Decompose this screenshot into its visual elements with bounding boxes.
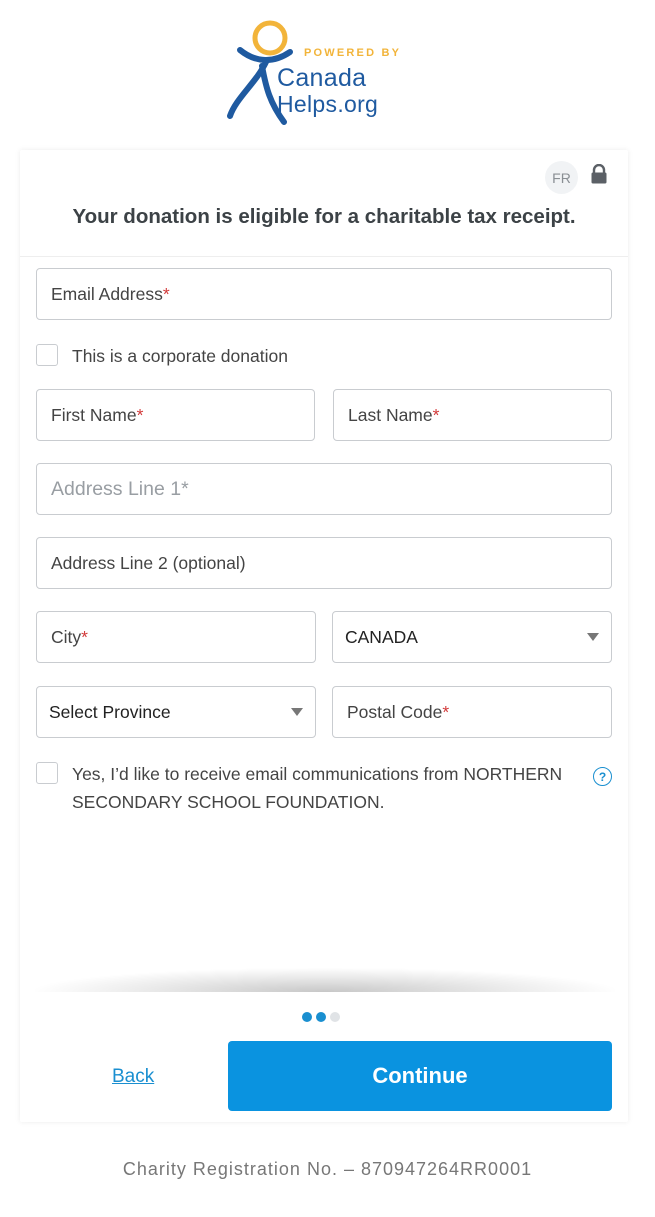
email-opt-in-checkbox[interactable] — [36, 762, 58, 784]
back-link[interactable]: Back — [112, 1066, 154, 1088]
country-select[interactable]: CANADA — [332, 611, 612, 663]
language-toggle-button[interactable]: FR — [545, 161, 578, 194]
progress-dot-1 — [302, 1012, 312, 1022]
chevron-down-icon — [291, 708, 303, 716]
scroll-shadow — [35, 968, 615, 992]
progress-dot-2 — [316, 1012, 326, 1022]
logo-canada-text: Canada — [277, 64, 367, 92]
first-name-field[interactable]: First Name * — [36, 389, 315, 441]
lock-icon — [591, 164, 607, 184]
address-line-2-field[interactable]: Address Line 2 (optional) — [36, 537, 612, 589]
last-name-field[interactable]: Last Name * — [333, 389, 612, 441]
logo-helps-text: Helps.org — [277, 91, 379, 117]
address-line-1-input[interactable]: Address Line 1* — [36, 463, 612, 515]
email-opt-in-label: Yes, I’d like to receive email communica… — [72, 764, 563, 812]
page-title: Your donation is eligible for a charitab… — [72, 205, 576, 228]
province-select[interactable]: Select Province — [36, 686, 316, 738]
corporate-donation-label: This is a corporate donation — [72, 346, 288, 366]
header-divider — [20, 256, 628, 257]
canadahelps-logo: POWERED BY Canada Helps.org — [226, 18, 426, 130]
charity-registration-text: Charity Registration No. – 870947264RR00… — [122, 1159, 533, 1179]
postal-code-field[interactable]: Postal Code * — [332, 686, 612, 738]
chevron-down-icon — [587, 633, 599, 641]
continue-button[interactable]: Continue — [228, 1041, 612, 1111]
city-field[interactable]: City * — [36, 611, 316, 663]
help-icon[interactable]: ? — [593, 767, 612, 786]
powered-by-text: POWERED BY — [304, 47, 402, 59]
email-field[interactable]: Email Address * — [36, 268, 612, 320]
corporate-donation-checkbox[interactable] — [36, 344, 58, 366]
progress-dots — [302, 1012, 340, 1022]
progress-dot-3 — [330, 1012, 340, 1022]
